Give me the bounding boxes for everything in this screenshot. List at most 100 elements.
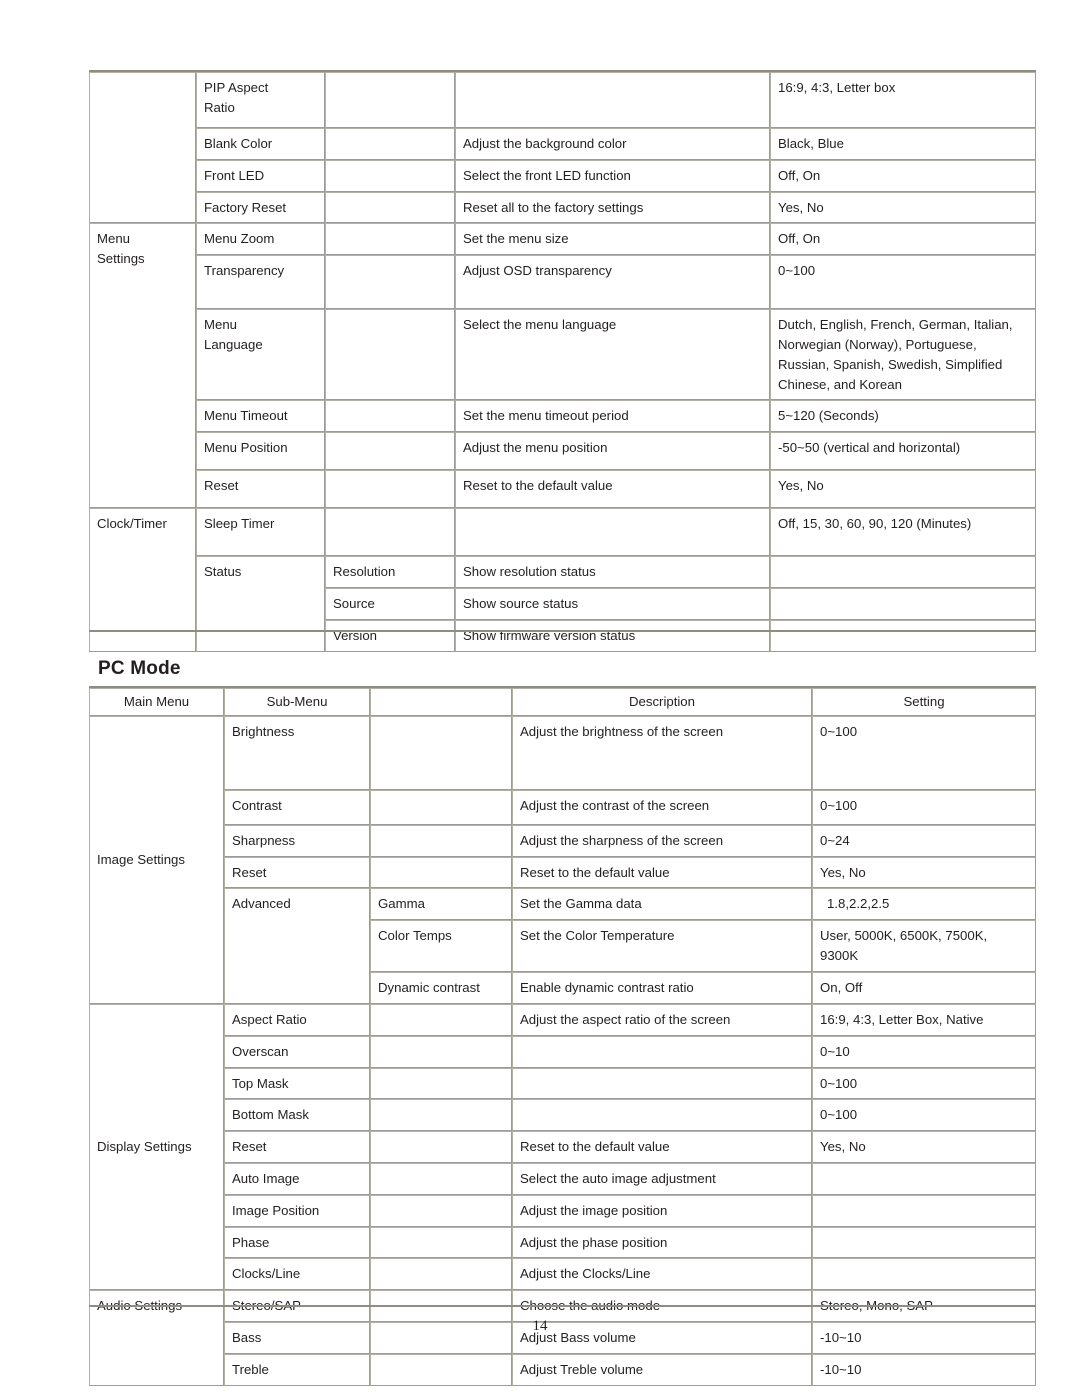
- cell-sub-menu: Reset: [224, 856, 370, 889]
- cell-sub-menu: Menu Timeout: [196, 400, 325, 433]
- cell-setting: 16:9, 4:3, Letter box: [770, 72, 1036, 128]
- cell-third: [370, 1226, 512, 1259]
- pc-mode-table-wrapper: Main Menu Sub-Menu Description Setting I…: [89, 686, 1036, 1386]
- table-row: Phase Adjust the phase position: [89, 1226, 1036, 1259]
- cell-setting: -50~50 (vertical and horizontal): [770, 432, 1036, 471]
- cell-sub-menu: Image Position: [224, 1194, 370, 1227]
- cell-description: Set the menu timeout period: [455, 400, 770, 433]
- cell-description: Reset to the default value: [512, 856, 812, 889]
- cell-sub-menu: Sharpness: [224, 824, 370, 857]
- cell-third: Source: [325, 587, 455, 620]
- cell-description: Set the Gamma data: [512, 888, 812, 921]
- cell-description: Enable dynamic contrast ratio: [512, 972, 812, 1004]
- tv-mode-table-body: PIP Aspect Ratio 16:9, 4:3, Letter box Bl…: [89, 72, 1036, 652]
- table-row: Status Resolution Show resolution status: [89, 556, 1036, 652]
- cell-setting: 0~100: [770, 255, 1036, 310]
- column-header-blank: [370, 688, 512, 716]
- cell-third: [370, 1353, 512, 1386]
- cell-setting: Yes, No: [812, 1131, 1036, 1163]
- cell-description: Set the menu size: [455, 223, 770, 256]
- cell-setting: 0~100: [812, 715, 1036, 790]
- table-row: Top Mask 0~100: [89, 1067, 1036, 1100]
- cell-third: [325, 72, 455, 128]
- cell-main-menu: Display Settings: [89, 1003, 224, 1291]
- cell-setting: [812, 1194, 1036, 1227]
- cell-third: [325, 128, 455, 160]
- table-row: Overscan 0~10: [89, 1035, 1036, 1068]
- cell-sub-menu: Brightness: [224, 715, 370, 790]
- pc-mode-settings-table: Main Menu Sub-Menu Description Setting I…: [89, 688, 1036, 1386]
- cell-main-menu: Image Settings: [89, 715, 224, 1004]
- cell-setting: Off, On: [770, 159, 1036, 192]
- cell-sub-menu: Overscan: [224, 1035, 370, 1068]
- cell-description: Adjust the contrast of the screen: [512, 789, 812, 825]
- cell-description: Adjust the aspect ratio of the screen: [512, 1003, 812, 1036]
- table-bottom-rule: [89, 630, 1036, 632]
- cell-setting: 0~100: [812, 789, 1036, 825]
- table-row: PIP Aspect Ratio 16:9, 4:3, Letter box: [89, 72, 1036, 224]
- cell-third: [370, 856, 512, 889]
- table-top-rule: [89, 70, 1036, 72]
- table-row: Clock/Timer Sleep Timer Off, 15, 30, 60,…: [89, 508, 1036, 652]
- cell-description: Reset to the default value: [512, 1131, 812, 1163]
- page-number: 14: [532, 1318, 548, 1334]
- cell-sub-menu: Menu Language: [196, 309, 325, 401]
- cell-description: [455, 72, 770, 128]
- table-row: Menu Timeout Set the menu timeout period…: [89, 400, 1036, 433]
- cell-setting: [770, 587, 1036, 620]
- table-row: Display Settings Aspect Ratio Adjust the…: [89, 1003, 1036, 1291]
- cell-description: Select the front LED function: [455, 159, 770, 192]
- table-row: Contrast Adjust the contrast of the scre…: [89, 789, 1036, 825]
- cell-description: Adjust the phase position: [512, 1226, 812, 1259]
- cell-setting: Off, 15, 30, 60, 90, 120 (Minutes): [770, 508, 1036, 557]
- table-row: Blank Color Adjust the background color …: [89, 128, 1036, 160]
- cell-setting: 0~24: [812, 824, 1036, 857]
- cell-setting: 1.8,2.2,2.5: [812, 888, 1036, 921]
- cell-sub-menu: Treble: [224, 1353, 370, 1386]
- cell-setting: -10~10: [812, 1353, 1036, 1386]
- table-top-rule: [89, 686, 1036, 688]
- table-row: Bottom Mask 0~100: [89, 1099, 1036, 1132]
- cell-sub-menu: Contrast: [224, 789, 370, 825]
- cell-description: Show resolution status: [455, 556, 770, 588]
- cell-setting: Yes, No: [812, 856, 1036, 889]
- column-header-main-menu: Main Menu: [89, 688, 224, 716]
- cell-sub-menu: Reset: [196, 470, 325, 509]
- table-row: Factory Reset Reset all to the factory s…: [89, 191, 1036, 224]
- cell-description: [455, 508, 770, 557]
- cell-description: Adjust the brightness of the screen: [512, 715, 812, 790]
- table-row: Sharpness Adjust the sharpness of the sc…: [89, 824, 1036, 857]
- cell-description: Adjust OSD transparency: [455, 255, 770, 310]
- cell-setting: Black, Blue: [770, 128, 1036, 160]
- cell-third: Resolution: [325, 556, 455, 588]
- cell-sub-menu: Menu Position: [196, 432, 325, 471]
- cell-description: Adjust Treble volume: [512, 1353, 812, 1386]
- cell-sub-menu: Top Mask: [224, 1067, 370, 1100]
- table-row: Clocks/Line Adjust the Clocks/Line: [89, 1258, 1036, 1291]
- cell-third: Dynamic contrast: [370, 972, 512, 1004]
- cell-sub-menu: Clocks/Line: [224, 1258, 370, 1291]
- table-header-row: Main Menu Sub-Menu Description Setting: [89, 688, 1036, 716]
- cell-sub-menu: Transparency: [196, 255, 325, 310]
- cell-description: Adjust the sharpness of the screen: [512, 824, 812, 857]
- cell-description: Reset to the default value: [455, 470, 770, 509]
- table-row: Auto Image Select the auto image adjustm…: [89, 1162, 1036, 1195]
- cell-third: [370, 1131, 512, 1163]
- cell-third: [370, 1035, 512, 1068]
- cell-setting: 16:9, 4:3, Letter Box, Native: [812, 1003, 1036, 1036]
- cell-third: [370, 1194, 512, 1227]
- cell-third: [370, 1099, 512, 1132]
- cell-description: Reset all to the factory settings: [455, 191, 770, 224]
- document-page: PIP Aspect Ratio 16:9, 4:3, Letter box Bl…: [0, 0, 1080, 1397]
- table-row: Advanced Gamma Set the Gamma data 1.8,2.…: [89, 888, 1036, 1004]
- cell-third: [325, 223, 455, 256]
- cell-description: Adjust the background color: [455, 128, 770, 160]
- cell-description: Adjust the Clocks/Line: [512, 1258, 812, 1291]
- cell-third: [370, 824, 512, 857]
- cell-sub-menu: Status: [196, 556, 325, 652]
- table-bottom-rule: [89, 1305, 1036, 1307]
- table-row: Reset Reset to the default value Yes, No: [89, 856, 1036, 889]
- table-row: Transparency Adjust OSD transparency 0~1…: [89, 255, 1036, 310]
- pc-mode-table-body: Image Settings Brightness Adjust the bri…: [89, 715, 1036, 1386]
- cell-description: Adjust the image position: [512, 1194, 812, 1227]
